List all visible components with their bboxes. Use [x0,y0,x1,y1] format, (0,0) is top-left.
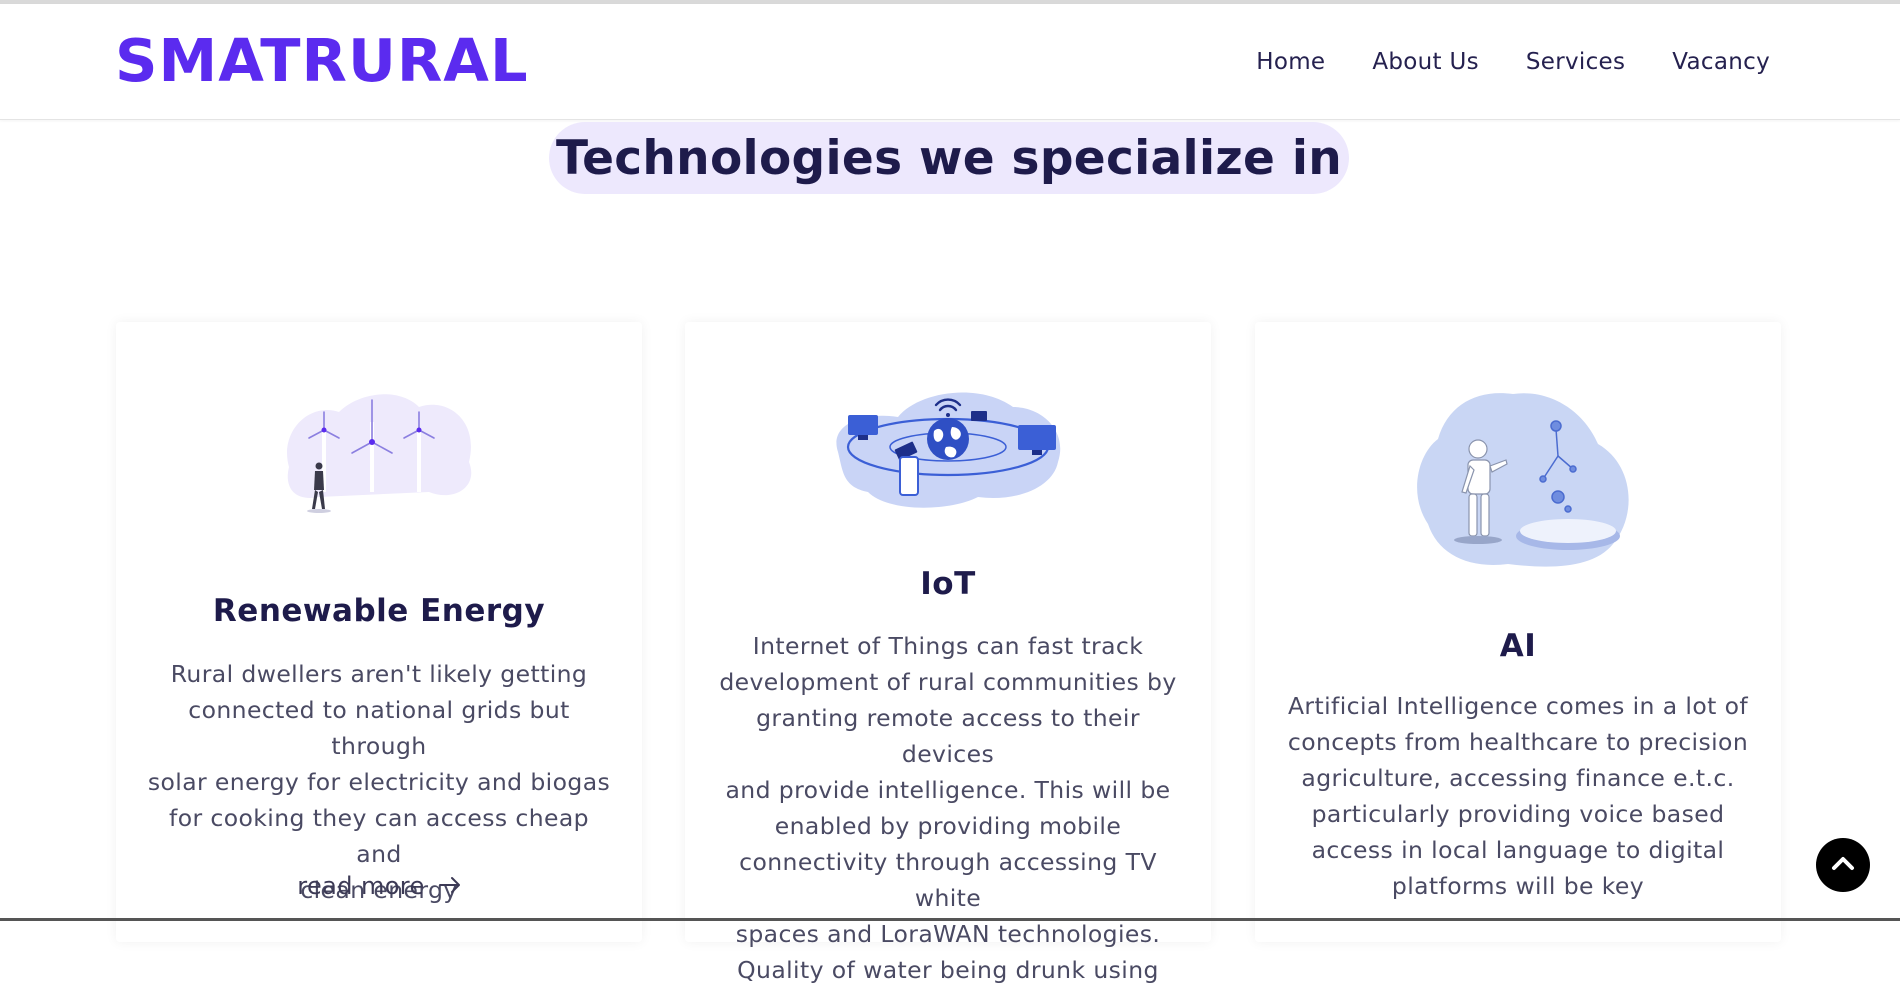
card-text-line: solar energy for electricity and biogas [147,768,611,796]
scroll-to-top-button[interactable] [1816,838,1870,892]
card-text-line: spaces and LoraWAN technologies. [735,920,1161,948]
chevron-up-icon [1831,854,1855,876]
card-text-line: Quality of water being drunk using [737,956,1159,984]
read-more-label: read more [297,872,425,900]
robot-hologram-illustration [1255,384,1781,570]
card-text-line: and provide intelligence. This will be [725,776,1171,804]
card-text-line: concepts from healthcare to precision [1287,728,1749,756]
card-renewable-energy: Renewable Energy Rural dwellers aren't l… [116,322,642,942]
wind-turbines-illustration [116,392,642,522]
card-title: AI [1499,628,1537,664]
card-description: Artificial Intelligence comes in a lot o… [1283,688,1753,904]
site-header: SMATRURAL Home About Us Services Vacancy [0,4,1900,120]
card-description: Internet of Things can fast track develo… [713,628,1183,988]
card-text-line: for cooking they can access cheap and [169,804,589,868]
site-logo[interactable]: SMATRURAL [115,26,529,95]
card-text-line: particularly providing voice based [1311,800,1725,828]
card-text-line: Internet of Things can fast track [752,632,1144,660]
nav-services[interactable]: Services [1526,49,1625,75]
nav-home[interactable]: Home [1256,49,1325,75]
nav-about-us[interactable]: About Us [1372,49,1479,75]
connected-globe-illustration [685,387,1211,517]
card-text-line: development of rural communities by [719,668,1177,696]
read-more-link[interactable]: read more [116,872,642,900]
card-iot: IoT Internet of Things can fast track de… [685,322,1211,984]
card-text-line: agriculture, accessing finance e.t.c. [1301,764,1735,792]
card-text-line: access in local language to digital [1311,836,1725,864]
card-text-line: connectivity through accessing TV white [739,848,1157,912]
card-text-line: Rural dwellers aren't likely getting [170,660,588,688]
card-text-line: enabled by providing mobile [774,812,1122,840]
main-nav: Home About Us Services Vacancy [1256,49,1770,75]
card-title: Renewable Energy [212,593,546,629]
card-ai: AI Artificial Intelligence comes in a lo… [1255,322,1781,942]
card-text-line: platforms will be key [1391,872,1645,900]
card-text-line: Artificial Intelligence comes in a lot o… [1287,692,1749,720]
section-title: Technologies we specialize in [555,130,1343,186]
nav-vacancy[interactable]: Vacancy [1672,49,1770,75]
card-description: Rural dwellers aren't likely getting con… [144,656,614,908]
card-text-line: granting remote access to their devices [756,704,1140,768]
card-text-line: connected to national grids but through [188,696,570,760]
arrow-right-icon [438,872,461,900]
section-title-pill: Technologies we specialize in [549,122,1349,194]
card-title: IoT [920,566,976,602]
